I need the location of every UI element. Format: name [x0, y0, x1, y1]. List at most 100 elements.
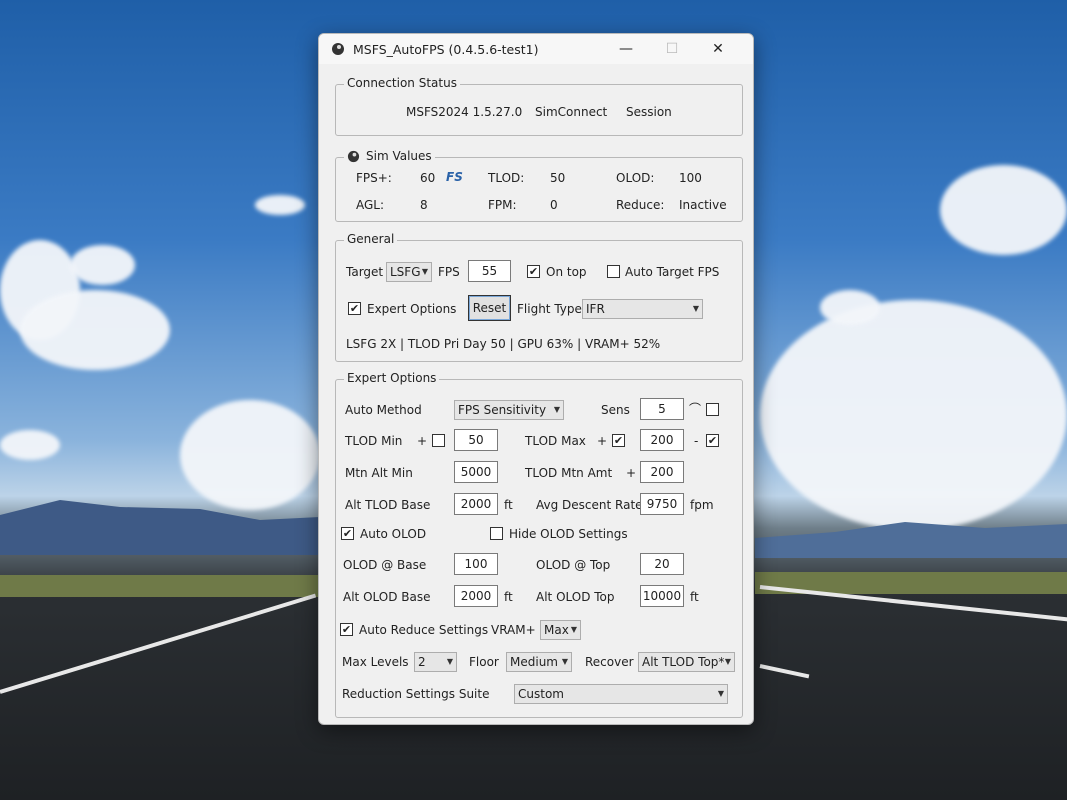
- maximize-icon: ☐: [665, 41, 679, 57]
- alt-olod-base-unit: ft: [504, 590, 513, 604]
- close-button[interactable]: ✕: [695, 34, 741, 64]
- reset-button[interactable]: Reset: [468, 295, 511, 321]
- hide-olod-settings-label: Hide OLOD Settings: [509, 527, 628, 541]
- chevron-down-icon: ▼: [446, 657, 453, 666]
- target-select-value: LSFG: [390, 265, 421, 279]
- flight-type-select-value: IFR: [586, 302, 605, 316]
- olod-value: 100: [679, 171, 702, 185]
- agl-label: AGL:: [356, 198, 385, 212]
- target-select[interactable]: LSFG ▼: [386, 262, 432, 282]
- frame-gen-icon: FS: [446, 170, 463, 184]
- on-top-checkbox[interactable]: ✔: [527, 265, 540, 278]
- target-label: Target: [346, 265, 384, 279]
- avg-descent-rate-input[interactable]: 9750: [640, 493, 684, 515]
- agl-value: 8: [420, 198, 428, 212]
- maximize-button[interactable]: ☐: [649, 34, 695, 64]
- auto-olod-label: Auto OLOD: [360, 527, 427, 541]
- general-group: General Target LSFG ▼ FPS 55 ✔ On top Au…: [335, 232, 743, 362]
- floor-select-value: Medium: [510, 655, 558, 669]
- auto-method-select-value: FPS Sensitivity: [458, 403, 547, 417]
- chevron-down-icon: ▼: [692, 304, 699, 313]
- fpm-value: 0: [550, 198, 558, 212]
- expert-options-checkbox[interactable]: ✔: [348, 302, 361, 315]
- olod-top-label: OLOD @ Top: [536, 558, 611, 572]
- olod-base-label: OLOD @ Base: [343, 558, 427, 572]
- tlod-max-input[interactable]: 200: [640, 429, 684, 451]
- expert-options-label: Expert Options: [367, 302, 457, 316]
- tlod-min-checkbox[interactable]: [432, 434, 445, 447]
- reduce-value: Inactive: [679, 198, 727, 212]
- max-levels-label: Max Levels: [342, 655, 409, 669]
- target-fps-input[interactable]: 55: [468, 260, 511, 282]
- checkmark-icon: ✔: [613, 434, 624, 447]
- flight-type-select[interactable]: IFR ▼: [582, 299, 703, 319]
- chevron-down-icon: ▼: [724, 657, 731, 666]
- tlod-min-label: TLOD Min: [345, 434, 403, 448]
- olod-base-input[interactable]: 100: [454, 553, 498, 575]
- floor-select[interactable]: Medium ▼: [506, 652, 572, 672]
- general-fps-label: FPS: [438, 265, 460, 279]
- sim-values-label-wrap: Sim Values: [344, 149, 435, 163]
- tlod-max-minus-label: -: [694, 434, 699, 448]
- auto-reduce-settings-checkbox[interactable]: ✔: [340, 623, 353, 636]
- hide-olod-settings-checkbox[interactable]: [490, 527, 503, 540]
- chevron-down-icon: ▼: [570, 625, 577, 634]
- close-icon: ✕: [712, 41, 724, 57]
- tlod-min-plus-label: +: [417, 434, 428, 448]
- floor-label: Floor: [469, 655, 499, 669]
- avg-descent-rate-label: Avg Descent Rate: [536, 498, 643, 512]
- avg-descent-rate-unit: fpm: [690, 498, 714, 512]
- fpm-label: FPM:: [488, 198, 517, 212]
- auto-olod-checkbox[interactable]: ✔: [341, 527, 354, 540]
- sens-checkbox[interactable]: [706, 403, 719, 416]
- vram-label: VRAM+: [491, 623, 536, 637]
- general-status-line: LSFG 2X | TLOD Pri Day 50 | GPU 63% | VR…: [346, 337, 661, 351]
- fps-value: 60: [420, 171, 436, 185]
- auto-target-fps-checkbox[interactable]: [607, 265, 620, 278]
- on-top-label: On top: [546, 265, 587, 279]
- vram-select[interactable]: Max ▼: [540, 620, 581, 640]
- title-bar[interactable]: MSFS_AutoFPS (0.4.5.6-test1) — ☐ ✕: [319, 34, 753, 64]
- minimize-icon: —: [619, 41, 633, 57]
- general-label: General: [344, 232, 398, 246]
- alt-olod-base-input[interactable]: 2000: [454, 585, 498, 607]
- chevron-down-icon: ▼: [561, 657, 568, 666]
- connection-status-group: Connection Status MSFS2024 1.5.27.0 SimC…: [335, 76, 743, 136]
- reduction-settings-suite-select[interactable]: Custom ▼: [514, 684, 728, 704]
- auto-method-select[interactable]: FPS Sensitivity ▼: [454, 400, 564, 420]
- tlod-min-input[interactable]: 50: [454, 429, 498, 451]
- reduce-label: Reduce:: [616, 198, 665, 212]
- expert-options-group-label: Expert Options: [344, 371, 440, 385]
- checkmark-icon: ✔: [341, 623, 352, 636]
- tlod-max-minus-checkbox[interactable]: ✔: [706, 434, 719, 447]
- auto-target-fps-label: Auto Target FPS: [625, 265, 720, 279]
- mtn-alt-min-input[interactable]: 5000: [454, 461, 498, 483]
- sens-input[interactable]: 5: [640, 398, 684, 420]
- window-title: MSFS_AutoFPS (0.4.5.6-test1): [353, 41, 539, 57]
- chevron-down-icon: ▼: [421, 267, 428, 276]
- tlod-value: 50: [550, 171, 566, 185]
- reduction-settings-suite-select-value: Custom: [518, 687, 564, 701]
- app-logo-icon: [332, 43, 344, 55]
- max-levels-select[interactable]: 2 ▼: [414, 652, 457, 672]
- alt-olod-top-input[interactable]: 10000: [640, 585, 684, 607]
- olod-label: OLOD:: [616, 171, 655, 185]
- sens-label: Sens: [601, 403, 630, 417]
- alt-tlod-base-unit: ft: [504, 498, 513, 512]
- olod-top-input[interactable]: 20: [640, 553, 684, 575]
- tlod-mtn-amt-label: TLOD Mtn Amt: [525, 466, 613, 480]
- auto-reduce-settings-label: Auto Reduce Settings: [359, 623, 489, 637]
- checkmark-icon: ✔: [528, 265, 539, 278]
- tlod-label: TLOD:: [488, 171, 525, 185]
- auto-method-label: Auto Method: [345, 403, 422, 417]
- sim-version: MSFS2024 1.5.27.0: [406, 105, 523, 119]
- checkmark-icon: ✔: [342, 527, 353, 540]
- alt-tlod-base-input[interactable]: 2000: [454, 493, 498, 515]
- tlod-mtn-amt-input[interactable]: 200: [640, 461, 684, 483]
- tlod-max-plus-checkbox[interactable]: ✔: [612, 434, 625, 447]
- recover-select[interactable]: Alt TLOD Top* ▼: [638, 652, 735, 672]
- minimize-button[interactable]: —: [603, 34, 649, 64]
- fps-label: FPS+:: [356, 171, 392, 185]
- sim-values-logo-icon: [347, 150, 360, 162]
- expert-options-group: Expert Options Auto Method FPS Sensitivi…: [335, 371, 743, 718]
